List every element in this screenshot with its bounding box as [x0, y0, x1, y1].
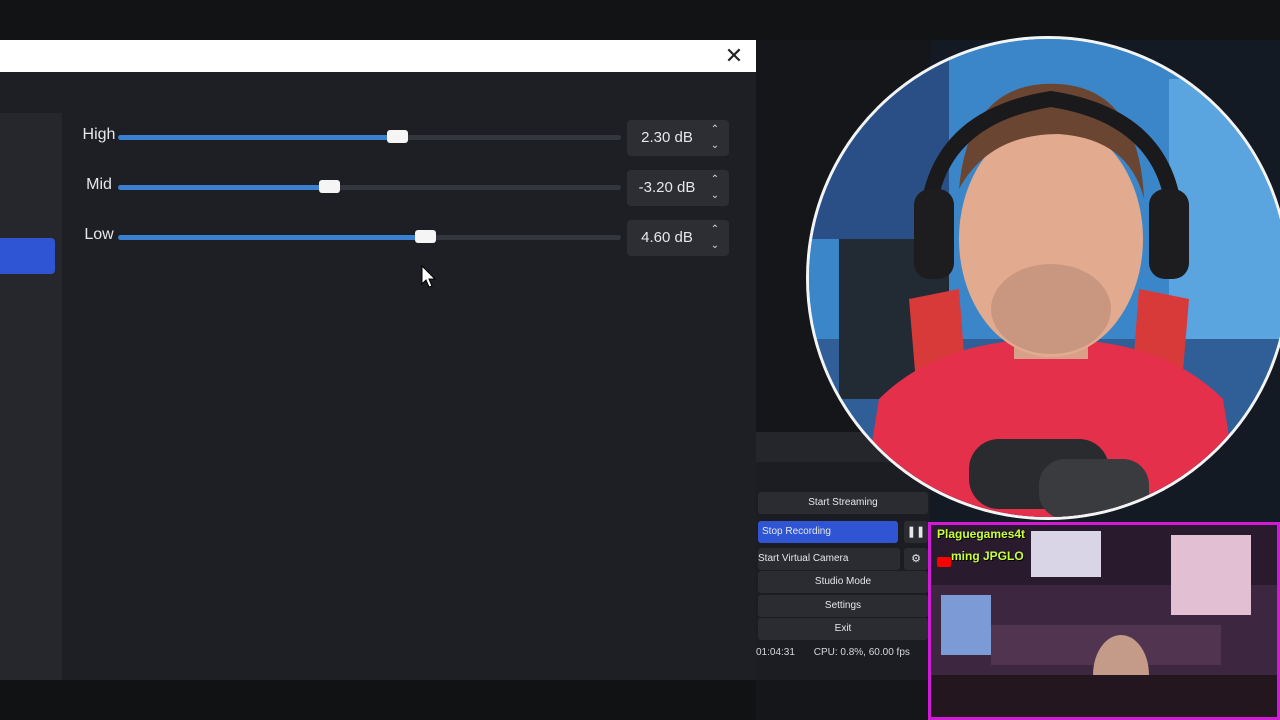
stream-thumbnail: Plaguegames4t ming JPGLO: [928, 522, 1280, 720]
close-icon[interactable]: ✕: [722, 44, 746, 68]
eq-slider-fill: [118, 235, 425, 240]
screen: ✕ High 2.30 dB ⌃ ⌄ Mid -3.20 dB ⌃ ⌄ Low …: [0, 0, 1280, 720]
eq-label-mid: Mid: [86, 176, 112, 193]
chevron-down-icon[interactable]: ⌄: [707, 239, 723, 253]
settings-button[interactable]: Settings: [758, 595, 928, 617]
stream-thumbnail-title: Plaguegames4t: [937, 527, 1026, 541]
chevron-down-icon[interactable]: ⌄: [707, 189, 723, 203]
eq-slider-handle[interactable]: [387, 130, 409, 143]
bottom-bar: [0, 680, 756, 720]
gear-icon[interactable]: ⚙: [904, 548, 928, 570]
webcam-image: [809, 39, 1280, 517]
eq-slider-fill: [118, 135, 398, 140]
sidebar-selected-item[interactable]: [0, 238, 55, 274]
equalizer-dialog: ✕ High 2.30 dB ⌃ ⌄ Mid -3.20 dB ⌃ ⌄ Low …: [0, 40, 756, 680]
stream-thumbnail-subtitle: ming JPGLO: [951, 549, 1024, 563]
eq-slider-low[interactable]: [118, 230, 621, 243]
pause-icon[interactable]: ❚❚: [904, 521, 928, 543]
eq-spinbox-mid[interactable]: -3.20 dB ⌃ ⌄: [627, 170, 729, 206]
dialog-titlebar: ✕: [0, 40, 756, 72]
studio-mode-button[interactable]: Studio Mode: [758, 571, 928, 593]
eq-slider-mid[interactable]: [118, 180, 621, 193]
stop-recording-button[interactable]: Stop Recording: [758, 521, 898, 543]
chevron-down-icon[interactable]: ⌄: [707, 139, 723, 153]
eq-label-low: Low: [84, 226, 114, 243]
dialog-sidebar: [0, 113, 62, 680]
eq-value-high[interactable]: 2.30 dB: [627, 129, 707, 146]
eq-slider-handle[interactable]: [414, 230, 436, 243]
mouse-cursor-icon: [421, 265, 437, 288]
chevron-up-icon[interactable]: ⌃: [707, 173, 723, 187]
cpu-status: CPU: 0.8%, 60.00 fps: [813, 647, 910, 658]
youtube-icon: [937, 557, 951, 567]
eq-value-low[interactable]: 4.60 dB: [627, 229, 707, 246]
webcam-overlay: [806, 36, 1280, 520]
chevron-up-icon[interactable]: ⌃: [707, 123, 723, 137]
eq-label-high: High: [82, 126, 116, 143]
eq-spinbox-high[interactable]: 2.30 dB ⌃ ⌄: [627, 120, 729, 156]
eq-row-high: High 2.30 dB ⌃ ⌄: [70, 120, 740, 156]
status-bar: 01:04:31 CPU: 0.8%, 60.00 fps: [756, 642, 930, 664]
eq-row-mid: Mid -3.20 dB ⌃ ⌄: [70, 170, 740, 206]
exit-button[interactable]: Exit: [758, 618, 928, 640]
start-streaming-button[interactable]: Start Streaming: [758, 492, 928, 514]
eq-slider-handle[interactable]: [319, 180, 341, 193]
eq-spinbox-low[interactable]: 4.60 dB ⌃ ⌄: [627, 220, 729, 256]
chevron-up-icon[interactable]: ⌃: [707, 223, 723, 237]
start-virtual-camera-button[interactable]: Start Virtual Camera: [758, 548, 900, 570]
eq-value-mid[interactable]: -3.20 dB: [627, 179, 707, 196]
eq-slider-fill: [118, 185, 330, 190]
recording-time: 01:04:31: [756, 647, 795, 658]
top-bar: [0, 0, 1280, 40]
eq-row-low: Low 4.60 dB ⌃ ⌄: [70, 220, 740, 256]
eq-slider-high[interactable]: [118, 130, 621, 143]
